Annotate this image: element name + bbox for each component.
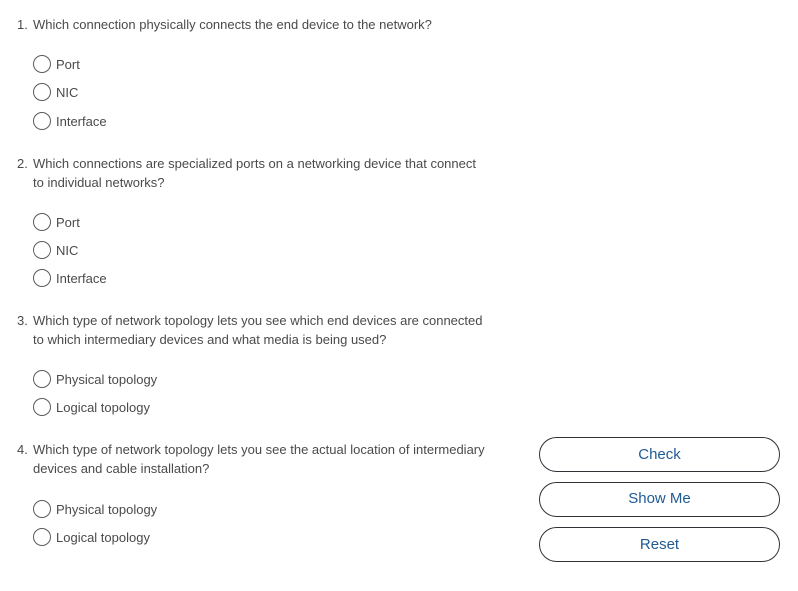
option-label: Port (56, 214, 80, 230)
radio-button[interactable] (33, 83, 51, 101)
option-q4-logical-topology[interactable]: Logical topology (33, 527, 150, 547)
option-q3-physical-topology[interactable]: Physical topology (33, 369, 157, 389)
question-line: to which intermediary devices and what m… (33, 331, 387, 347)
question-2-text: 2. Which connections are specialized port… (17, 155, 527, 192)
radio-button[interactable] (33, 112, 51, 130)
question-number: 4. (17, 442, 28, 457)
radio-button[interactable] (33, 213, 51, 231)
option-label: Logical topology (56, 529, 150, 545)
option-q4-physical-topology[interactable]: Physical topology (33, 499, 157, 519)
option-q1-port[interactable]: Port (33, 54, 80, 74)
question-1: 1. Which connection physically connects t… (17, 16, 527, 35)
radio-button[interactable] (33, 241, 51, 259)
question-line: devices and cable installation? (33, 460, 210, 476)
question-number: 3. (17, 313, 28, 328)
question-line: Which type of network topology lets you … (33, 313, 483, 328)
option-label: Physical topology (56, 371, 158, 387)
question-2: 2. Which connections are specialized port… (17, 155, 527, 192)
option-q3-logical-topology[interactable]: Logical topology (33, 397, 150, 417)
question-number: 2. (17, 156, 28, 171)
radio-button[interactable] (33, 269, 51, 287)
question-4: 4. Which type of network topology lets yo… (17, 441, 527, 478)
option-label: NIC (56, 242, 79, 258)
show-me-button[interactable]: Show Me (539, 482, 780, 517)
radio-button[interactable] (33, 398, 51, 416)
radio-button[interactable] (33, 500, 51, 518)
option-label: NIC (56, 84, 79, 100)
question-line: Which connections are specialized ports … (33, 156, 476, 171)
question-4-text: 4. Which type of network topology lets yo… (17, 441, 527, 478)
question-number: 1. (17, 17, 28, 32)
option-q2-interface[interactable]: Interface (33, 268, 107, 288)
question-3-text: 3. Which type of network topology lets yo… (17, 312, 527, 349)
option-label: Port (56, 56, 80, 72)
option-q2-nic[interactable]: NIC (33, 240, 78, 260)
question-line: Which connection physically connects the… (33, 17, 432, 32)
question-line: Which type of network topology lets you … (33, 442, 485, 457)
option-label: Physical topology (56, 501, 158, 517)
radio-button[interactable] (33, 528, 51, 546)
reset-button[interactable]: Reset (539, 527, 780, 562)
option-label: Interface (56, 270, 107, 286)
option-q1-nic[interactable]: NIC (33, 82, 78, 102)
option-q2-port[interactable]: Port (33, 212, 80, 232)
question-3: 3. Which type of network topology lets yo… (17, 312, 527, 349)
radio-button[interactable] (33, 55, 51, 73)
option-label: Interface (56, 113, 107, 129)
radio-button[interactable] (33, 370, 51, 388)
question-line: to individual networks? (33, 174, 165, 190)
option-q1-interface[interactable]: Interface (33, 111, 107, 131)
check-button[interactable]: Check (539, 437, 780, 472)
option-label: Logical topology (56, 399, 150, 415)
question-1-text: 1. Which connection physically connects t… (17, 16, 527, 35)
